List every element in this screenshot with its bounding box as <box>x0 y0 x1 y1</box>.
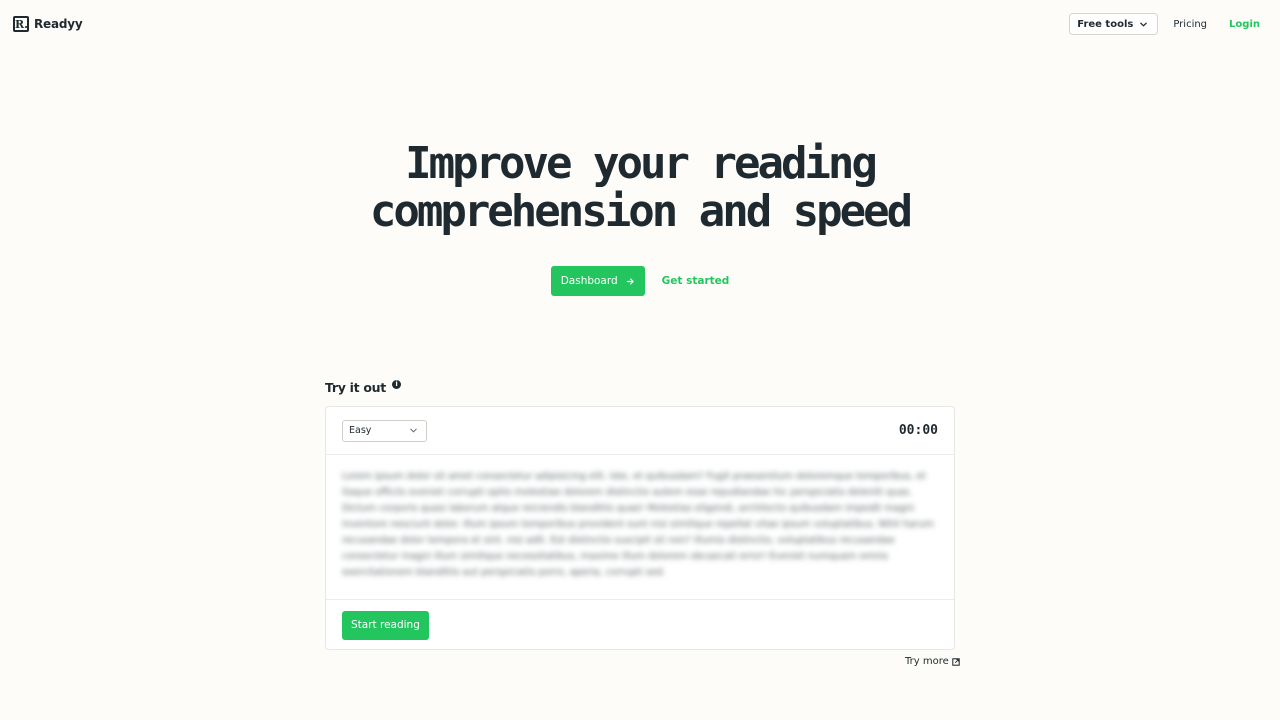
external-link-icon <box>952 657 960 666</box>
chevron-down-icon <box>410 428 417 433</box>
difficulty-select[interactable]: Easy <box>342 419 427 442</box>
try-more-link[interactable]: Try more <box>905 656 960 667</box>
try-it-out-heading: Try it out i <box>325 380 401 395</box>
hero-title: Improve your reading comprehension and s… <box>0 140 1280 236</box>
try-it-out-label: Try it out <box>325 380 386 395</box>
trial-card-header: Easy 00:00 <box>326 407 954 455</box>
trial-card-footer: Start reading <box>326 600 954 650</box>
nav-login-link[interactable]: Login <box>1229 19 1260 30</box>
top-navbar: R. Readyy Free tools Pricing Login <box>0 0 1280 48</box>
get-started-link[interactable]: Get started <box>662 275 730 287</box>
arrow-right-icon <box>626 277 634 285</box>
free-tools-label: Free tools <box>1077 18 1134 30</box>
start-reading-label: Start reading <box>351 619 420 631</box>
nav-links: Free tools Pricing Login <box>1069 13 1267 35</box>
hero-title-line-1: Improve your reading <box>405 138 878 189</box>
reading-timer: 00:00 <box>898 423 938 438</box>
chevron-down-icon <box>1140 22 1148 26</box>
free-tools-dropdown[interactable]: Free tools <box>1069 13 1159 35</box>
hero-cta-row: Dashboard Get started <box>0 266 1280 296</box>
trial-card-body: Lorem ipsum dolor sit amet consectetur a… <box>326 455 954 600</box>
difficulty-value: Easy <box>349 425 372 436</box>
hero-title-line-2: comprehension and speed <box>369 186 913 237</box>
nav-pricing-link[interactable]: Pricing <box>1173 19 1207 30</box>
try-more-label: Try more <box>905 656 949 667</box>
reading-trial-card: Easy 00:00 Lorem ipsum dolor sit amet co… <box>325 406 955 650</box>
dashboard-button-label: Dashboard <box>560 275 618 287</box>
brand-link[interactable]: R. Readyy <box>13 16 83 32</box>
blurred-passage: Lorem ipsum dolor sit amet consectetur a… <box>342 471 934 578</box>
brand-name: Readyy <box>34 17 83 31</box>
info-icon[interactable]: i <box>391 380 401 389</box>
dashboard-button[interactable]: Dashboard <box>550 266 645 296</box>
brand-logo-icon: R. <box>13 16 29 32</box>
start-reading-button[interactable]: Start reading <box>342 610 429 640</box>
